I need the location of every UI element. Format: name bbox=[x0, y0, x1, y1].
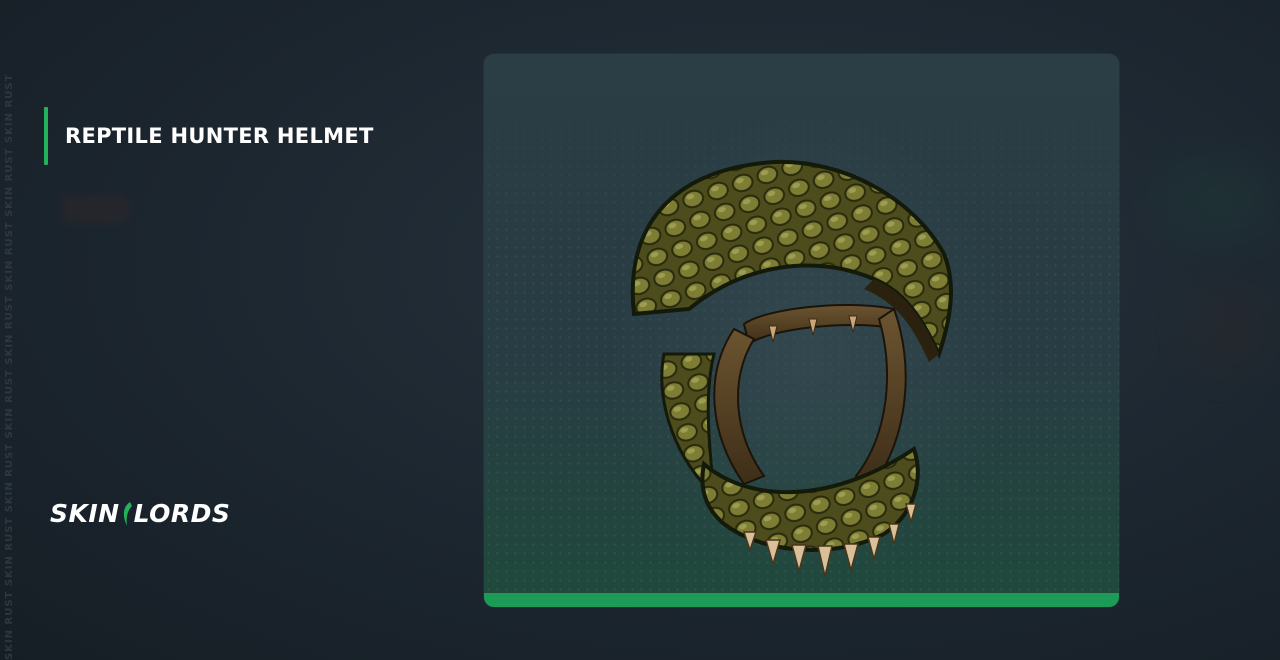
reptile-helmet-icon bbox=[604, 114, 1014, 584]
side-watermark: SKIN RUST SKIN RUST SKIN RUST SKIN RUST … bbox=[4, 73, 15, 660]
background-glow bbox=[1200, 300, 1260, 360]
background-glow bbox=[1160, 170, 1280, 230]
item-card[interactable] bbox=[484, 54, 1119, 607]
skinlords-logo[interactable]: SKIN LORDS bbox=[50, 499, 230, 528]
card-bottom-bar bbox=[484, 593, 1119, 607]
blurred-tag bbox=[62, 195, 128, 223]
item-title-block: REPTILE HUNTER HELMET bbox=[44, 107, 374, 165]
logo-text-left: SKIN bbox=[50, 499, 120, 528]
title-accent-bar bbox=[44, 107, 48, 165]
claw-icon bbox=[123, 501, 132, 526]
logo-text-right: LORDS bbox=[133, 499, 231, 528]
item-title: REPTILE HUNTER HELMET bbox=[65, 124, 374, 148]
